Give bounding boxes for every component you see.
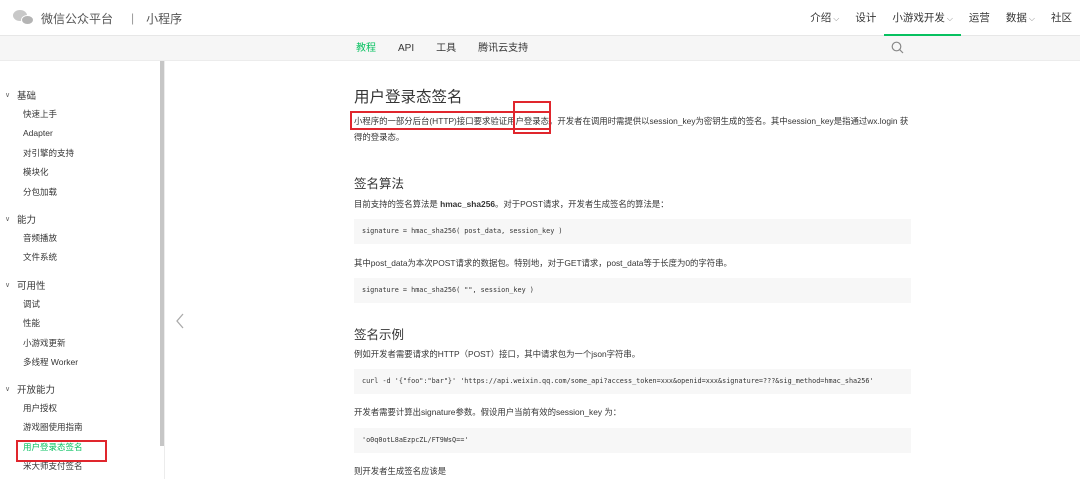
chevron-down-icon: ⌵ <box>833 14 840 23</box>
sub-nav: 教程 API 工具 腾讯云支持 <box>0 36 1080 61</box>
sidebar-group-basics: ∨ 基础 快速上手 Adapter 对引擎的支持 模块化 分包加载 <box>0 85 160 202</box>
intro-line-2: 得的登录态。 <box>354 132 405 142</box>
sidebar-item[interactable]: 音频播放 <box>0 229 160 248</box>
sidebar-item[interactable]: 小游戏更新 <box>0 334 160 353</box>
sidebar-group-title[interactable]: ∨ 能力 <box>0 209 160 229</box>
sidebar-item[interactable]: 多线程 Worker <box>0 353 160 372</box>
top-nav: 介绍 ⌵ 设计 小游戏开发 ⌵ 运营 数据 ⌵ 社区 <box>802 0 1080 36</box>
sidebar-item[interactable]: 快速上手 <box>0 105 160 124</box>
wechat-logo-icon <box>13 9 35 27</box>
sidebar-item[interactable]: 调试 <box>0 295 160 314</box>
section-title-example: 签名示例 <box>354 328 405 342</box>
sidebar-item[interactable]: 分包加载 <box>0 183 160 202</box>
page-title: 用户登录态签名 <box>354 89 463 106</box>
sidebar: ∨ 基础 快速上手 Adapter 对引擎的支持 模块化 分包加载 ∨ 能力 音频播… <box>0 61 165 479</box>
tab-tutorial[interactable]: 教程 <box>356 36 376 61</box>
search-icon[interactable] <box>891 41 904 54</box>
chevron-down-icon: ∨ <box>5 386 11 393</box>
sidebar-scrollbar[interactable] <box>160 61 164 446</box>
nav-item-intro[interactable]: 介绍 ⌵ <box>802 0 847 36</box>
brand-name[interactable]: 微信公众平台 <box>41 10 113 27</box>
chevron-down-icon: ⌵ <box>946 14 953 23</box>
sidebar-group-title[interactable]: ∨ 基础 <box>0 85 160 105</box>
result-text: 则开发者生成签名应该是 <box>354 466 447 476</box>
nav-item-minigame-dev[interactable]: 小游戏开发 ⌵ <box>884 0 961 36</box>
code-block: curl -d '{"foo":"bar"}' 'https://api.wei… <box>354 369 911 394</box>
example-text: 例如开发者需要请求的HTTP（POST）接口，其中请求包为一个json字符串。 <box>354 349 641 359</box>
post-data-text: 其中post_data为本次POST请求的数据包。特别地，对于GET请求，pos… <box>354 258 732 268</box>
top-header: 微信公众平台 | 小程序 介绍 ⌵ 设计 小游戏开发 ⌵ 运营 数据 ⌵ 社区 <box>0 0 1080 36</box>
code-block: signature = hmac_sha256( post_data, sess… <box>354 219 911 244</box>
chevron-left-icon[interactable] <box>175 313 185 329</box>
chevron-down-icon: ∨ <box>5 92 11 99</box>
chevron-down-icon: ⌵ <box>1028 14 1035 23</box>
chevron-down-icon: ∨ <box>5 216 11 223</box>
sidebar-group-title[interactable]: ∨ 可用性 <box>0 275 160 295</box>
login-state-highlight-box <box>513 101 551 134</box>
brand[interactable]: 微信公众平台 | 小程序 <box>13 7 182 29</box>
brand-separator: | <box>131 11 135 25</box>
sidebar-group-title[interactable]: ∨ 开放能力 <box>0 379 160 399</box>
sidebar-item[interactable]: 用户授权 <box>0 399 160 418</box>
sidebar-item[interactable]: 文件系统 <box>0 248 160 267</box>
sidebar-group-capabilities: ∨ 能力 音频播放 文件系统 <box>0 209 160 268</box>
nav-item-design[interactable]: 设计 <box>847 0 884 36</box>
brand-subtitle[interactable]: 小程序 <box>146 10 182 27</box>
chevron-down-icon: ∨ <box>5 282 11 289</box>
nav-item-community[interactable]: 社区 <box>1043 0 1080 36</box>
code-block: signature = hmac_sha256( "", session_key… <box>354 278 911 303</box>
sidebar-item[interactable]: 对引擎的支持 <box>0 144 160 163</box>
algorithm-text: 目前支持的签名算法是 hmac_sha256。对于POST请求，开发者生成签名的… <box>354 199 669 209</box>
tab-tools[interactable]: 工具 <box>436 36 456 61</box>
code-block: 'o0q0otL8aEzpcZL/FT9WsQ==' <box>354 428 911 453</box>
sidebar-item[interactable]: 游戏圈使用指南 <box>0 418 160 437</box>
sidebar-item[interactable]: 性能 <box>0 314 160 333</box>
tab-api[interactable]: API <box>398 36 414 61</box>
signature-text: 开发者需要计算出signature参数。假设用户当前有效的session_key… <box>354 407 622 417</box>
sidebar-item[interactable]: 模块化 <box>0 163 160 182</box>
section-title-algorithm: 签名算法 <box>354 177 405 191</box>
nav-item-data[interactable]: 数据 ⌵ <box>998 0 1043 36</box>
tab-tencent-cloud[interactable]: 腾讯云支持 <box>478 36 528 61</box>
sidebar-group-availability: ∨ 可用性 调试 性能 小游戏更新 多线程 Worker <box>0 275 160 373</box>
sidebar-item[interactable]: Adapter <box>0 124 160 143</box>
nav-item-operation[interactable]: 运营 <box>961 0 998 36</box>
sidebar-highlight-box <box>16 440 107 462</box>
